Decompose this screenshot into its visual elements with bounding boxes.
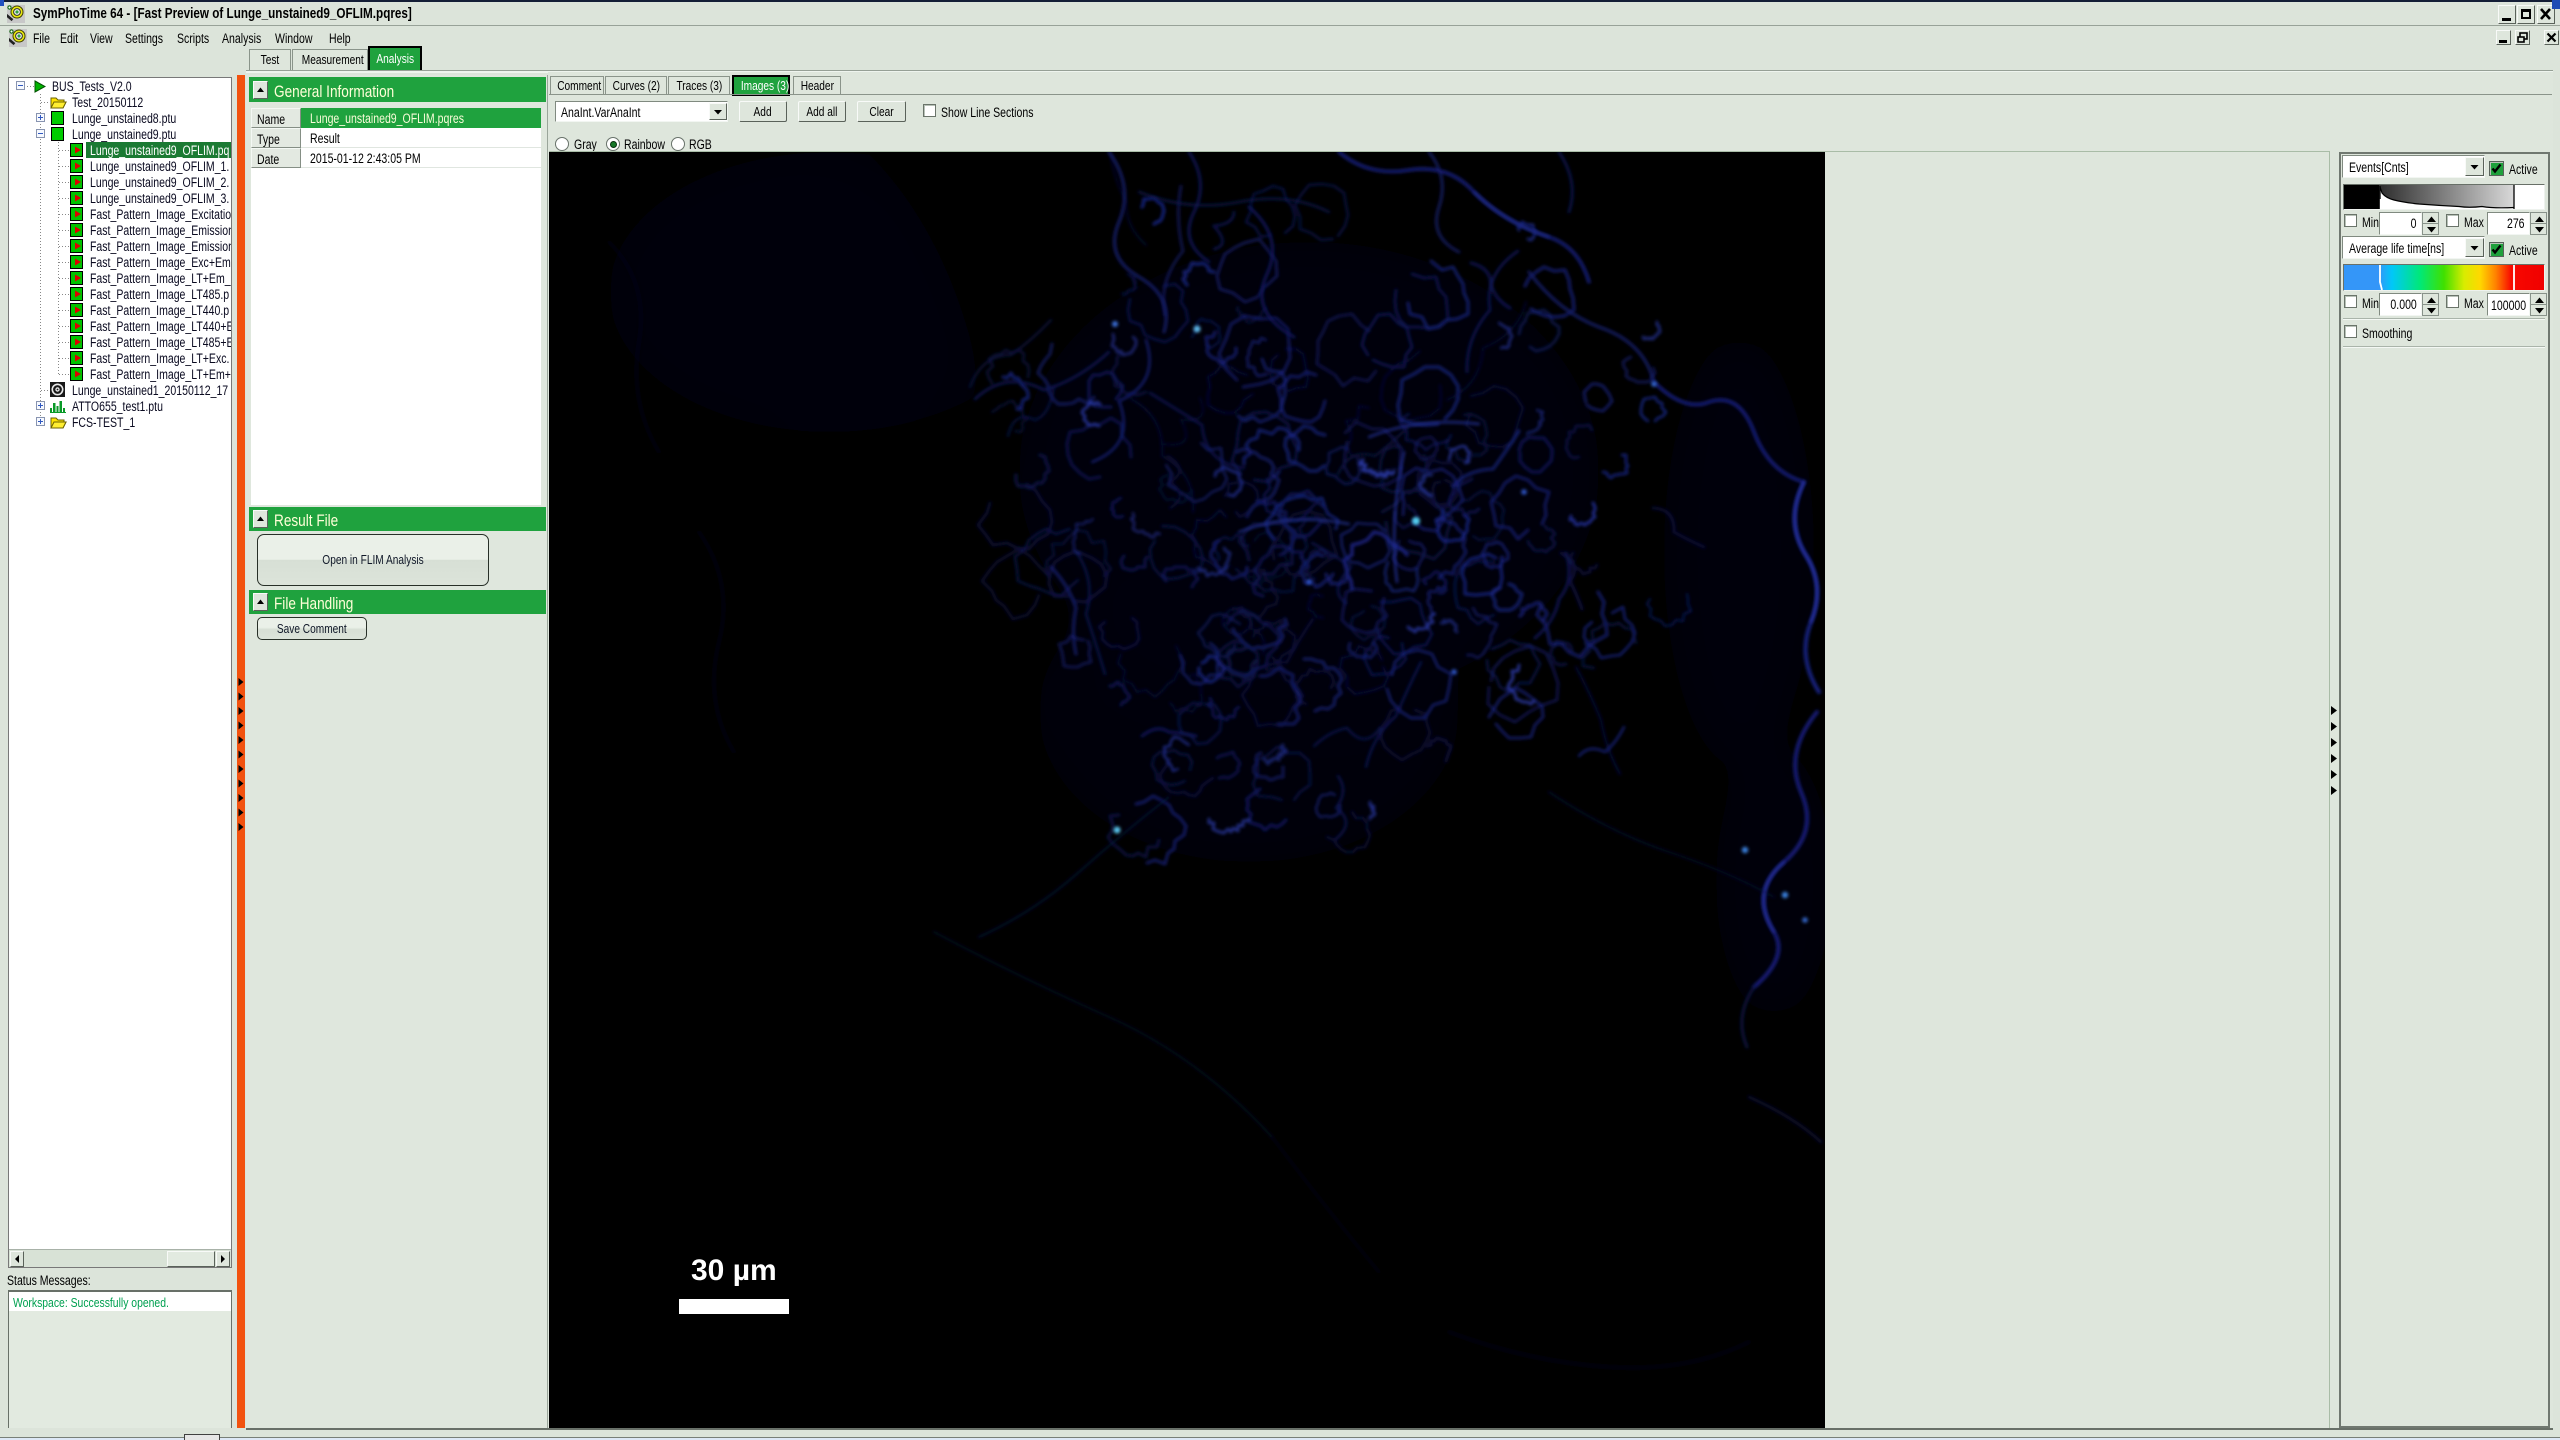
svg-text:30 µm: 30 µm <box>691 1254 777 1287</box>
